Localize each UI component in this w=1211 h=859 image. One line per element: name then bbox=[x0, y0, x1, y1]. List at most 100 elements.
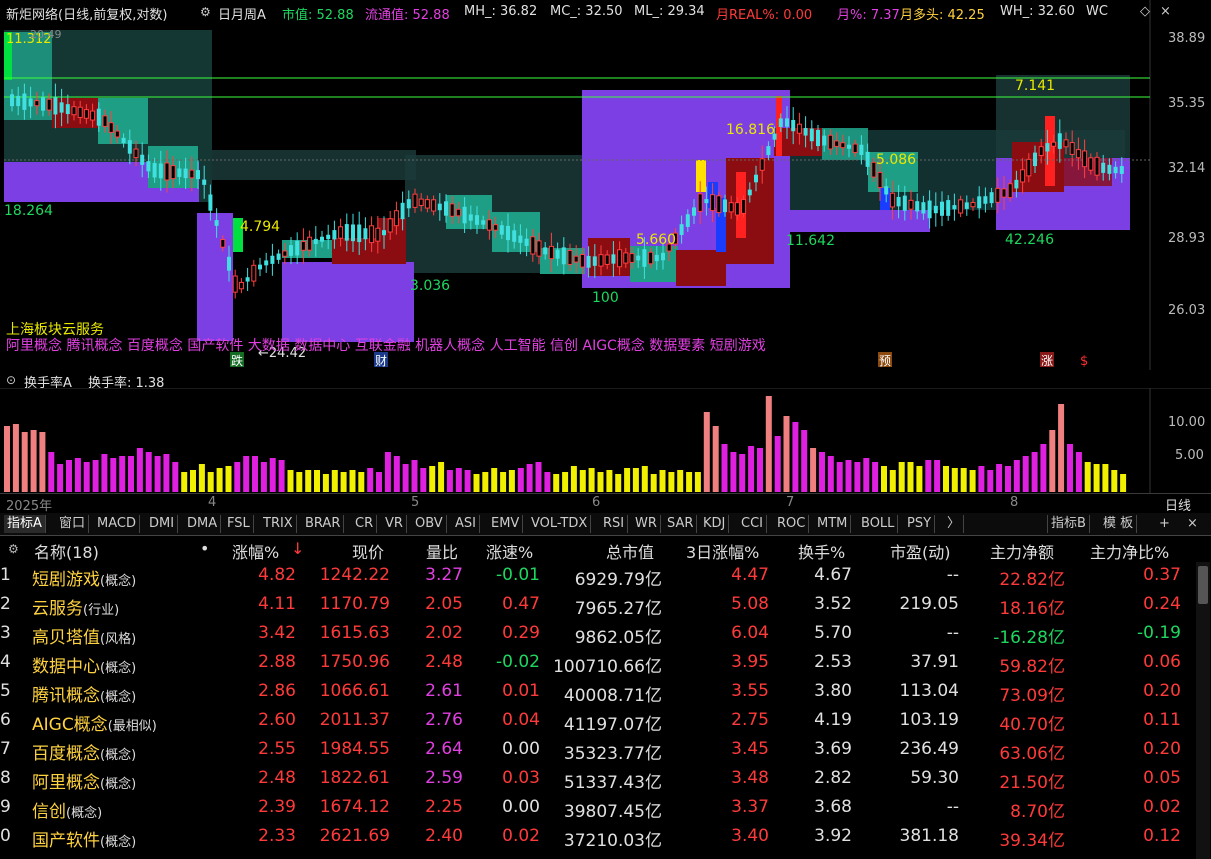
violet-zone bbox=[790, 210, 930, 232]
col-header-pe[interactable]: 市盈(动) bbox=[890, 539, 951, 563]
sector-name[interactable]: 阿里概念(概念) bbox=[32, 768, 136, 793]
sort-desc-icon[interactable]: ↓ bbox=[291, 539, 304, 558]
table-row[interactable]: 6 AIGC概念(最相似) 2.60 2011.37 2.76 0.04 41197.07亿… bbox=[0, 707, 1195, 736]
collapse-icon[interactable]: ⊙ bbox=[6, 373, 16, 387]
turnover-bar bbox=[234, 462, 241, 492]
candle-body bbox=[59, 102, 64, 113]
table-row[interactable]: 0 国产软件(概念) 2.33 2621.69 2.40 0.02 37210.03亿 3.4… bbox=[0, 823, 1195, 852]
indicator-tab[interactable]: RSI bbox=[600, 515, 629, 533]
indicator-tab[interactable]: KDJ bbox=[700, 515, 730, 533]
sector-name[interactable]: 国产软件(概念) bbox=[32, 826, 136, 851]
settings-icon[interactable]: ⚙ bbox=[8, 542, 19, 556]
indicator-tab[interactable]: ASI bbox=[452, 515, 480, 533]
indicator-tab[interactable]: CR bbox=[352, 515, 378, 533]
turnover-bar bbox=[74, 458, 81, 492]
table-row[interactable]: 2 云服务(行业) 4.11 1170.79 2.05 0.47 7965.27亿 5.08 3… bbox=[0, 591, 1195, 620]
sector-name[interactable]: 腾讯概念(概念) bbox=[32, 681, 136, 706]
sector-name[interactable]: 百度概念(概念) bbox=[32, 739, 136, 764]
event-marker-rise[interactable]: 涨 bbox=[1041, 353, 1053, 368]
net-inflow-ratio: 0.24 bbox=[1143, 594, 1181, 614]
net-inflow-ratio: 0.20 bbox=[1143, 681, 1181, 701]
indicator-tab[interactable]: PSY bbox=[904, 515, 936, 533]
candle-body bbox=[289, 245, 293, 256]
col-header-net-inflow[interactable]: 主力净额 bbox=[990, 539, 1054, 563]
net-inflow-ratio: -0.19 bbox=[1137, 623, 1181, 643]
stock-title[interactable]: 新炬网络(日线,前复权,对数) bbox=[6, 4, 167, 23]
table-row[interactable]: 4 数据中心(概念) 2.88 1750.96 2.48 -0.02 100710.66亿 3… bbox=[0, 649, 1195, 678]
col-header-name[interactable]: 名称(18) bbox=[34, 539, 99, 563]
pe-ratio: 219.05 bbox=[899, 594, 959, 614]
indicator-tab[interactable]: DMA bbox=[184, 515, 222, 533]
indicator-tab[interactable]: 窗口 bbox=[56, 515, 90, 533]
col-header-3day-chg[interactable]: 3日涨幅% bbox=[686, 539, 759, 563]
sector-name[interactable]: AIGC概念(最相似) bbox=[32, 710, 157, 735]
change-pct: 2.60 bbox=[258, 710, 296, 730]
turnover: 5.70 bbox=[814, 623, 852, 643]
turnover-bar bbox=[464, 470, 471, 492]
event-marker-forecast[interactable]: 预 bbox=[879, 354, 891, 368]
indicator-tab[interactable]: ROC bbox=[774, 515, 810, 533]
indicator-tab[interactable]: BOLL bbox=[858, 515, 899, 533]
sector-name[interactable]: 云服务(行业) bbox=[32, 594, 119, 619]
row-index: 6 bbox=[0, 710, 11, 730]
add-tab-button[interactable]: + bbox=[1156, 515, 1173, 533]
indicator-tab[interactable]: VOL-TDX bbox=[528, 515, 592, 533]
indicator-tab[interactable]: TRIX bbox=[260, 515, 297, 533]
candle-body bbox=[889, 192, 895, 208]
event-marker-dollar[interactable]: $ bbox=[1080, 354, 1088, 369]
col-header-market-cap[interactable]: 总市值 bbox=[606, 539, 654, 563]
table-row[interactable]: 3 高贝塔值(风格) 3.42 1615.63 2.02 0.29 9862.05亿 6.04… bbox=[0, 620, 1195, 649]
indicator-tab[interactable]: OBV bbox=[412, 515, 447, 533]
sector-name[interactable]: 信创(概念) bbox=[32, 797, 102, 822]
sector-name-text: 百度概念 bbox=[32, 744, 100, 764]
close-icon[interactable]: × bbox=[1160, 4, 1171, 19]
turnover-bar bbox=[136, 448, 143, 492]
diamond-icon[interactable]: ◇ bbox=[1140, 4, 1150, 19]
indicator-b-tab[interactable]: 指标B bbox=[1047, 515, 1090, 533]
concept-list[interactable]: 阿里概念 腾讯概念 百度概念 国产软件 大数据 数据中心 互联金融 机器人概念 … bbox=[6, 337, 766, 354]
col-header-speed[interactable]: 涨速% bbox=[486, 539, 533, 563]
indicator-tab[interactable]: MACD bbox=[94, 515, 140, 533]
period-button[interactable]: 日线 bbox=[1165, 495, 1191, 514]
price: 1242.22 bbox=[319, 565, 390, 585]
turnover-bar bbox=[1022, 456, 1029, 492]
turnover-bar bbox=[783, 416, 790, 492]
speed: 0.04 bbox=[502, 710, 540, 730]
close-tab-button[interactable]: × bbox=[1184, 515, 1201, 533]
sector-name[interactable]: 高贝塔值(风格) bbox=[32, 623, 136, 648]
col-header-price[interactable]: 现价 bbox=[352, 539, 384, 563]
scrollbar-thumb[interactable] bbox=[1198, 566, 1208, 604]
template-tab[interactable]: 模 板 bbox=[1100, 515, 1138, 533]
table-row[interactable]: 8 阿里概念(概念) 2.48 1822.61 2.59 0.03 51337.43亿 3.4… bbox=[0, 765, 1195, 794]
indicator-tab[interactable]: BRAR bbox=[302, 515, 345, 533]
indicator-tab[interactable]: VR bbox=[382, 515, 407, 533]
candle-body bbox=[548, 245, 554, 260]
indicator-tab[interactable]: 指标A bbox=[4, 515, 46, 533]
table-row[interactable]: 1 短剧游戏(概念) 4.82 1242.22 3.27 -0.01 6929.79亿 4.4… bbox=[0, 562, 1195, 591]
event-marker-finance[interactable]: 财 bbox=[375, 354, 387, 368]
table-scrollbar[interactable] bbox=[1196, 562, 1210, 859]
indicator-tab[interactable]: MTM bbox=[814, 515, 852, 533]
sector-name[interactable]: 短剧游戏(概念) bbox=[32, 565, 136, 590]
indicator-tab[interactable]: WR bbox=[632, 515, 661, 533]
industry-label[interactable]: 上海板块云服务 bbox=[6, 322, 104, 338]
table-row[interactable]: 9 信创(概念) 2.39 1674.12 2.25 0.00 39807.45亿 3.37 3… bbox=[0, 794, 1195, 823]
col-header-chg[interactable]: 涨幅% bbox=[232, 539, 279, 563]
turnover-chart[interactable]: 10.00 5.00 bbox=[0, 388, 1211, 494]
col-header-turnover[interactable]: 换手% bbox=[798, 539, 845, 563]
indicator-tab[interactable]: 〉 bbox=[944, 515, 965, 533]
indicator-tab[interactable]: SAR bbox=[664, 515, 698, 533]
kline-chart[interactable]: 38.89 35.35 32.14 28.93 26.03 11.312 20.… bbox=[0, 0, 1211, 370]
settings-gear-icon[interactable]: ⚙ bbox=[200, 5, 211, 19]
col-header-volume-ratio[interactable]: 量比 bbox=[426, 539, 458, 563]
event-marker-fall[interactable]: 跌 bbox=[231, 353, 243, 368]
indicator-tab[interactable]: FSL bbox=[224, 515, 254, 533]
indicator-tab[interactable]: DMI bbox=[146, 515, 179, 533]
period-selector[interactable]: 日月周A bbox=[218, 4, 266, 23]
table-row[interactable]: 5 腾讯概念(概念) 2.86 1066.61 2.61 0.01 40008.71亿 3.5… bbox=[0, 678, 1195, 707]
col-header-net-ratio[interactable]: 主力净比% bbox=[1090, 539, 1169, 563]
table-row[interactable]: 7 百度概念(概念) 2.55 1984.55 2.64 0.00 35323.77亿 3.4… bbox=[0, 736, 1195, 765]
indicator-tab[interactable]: CCI bbox=[738, 515, 767, 533]
sector-name[interactable]: 数据中心(概念) bbox=[32, 652, 136, 677]
indicator-tab[interactable]: EMV bbox=[488, 515, 524, 533]
